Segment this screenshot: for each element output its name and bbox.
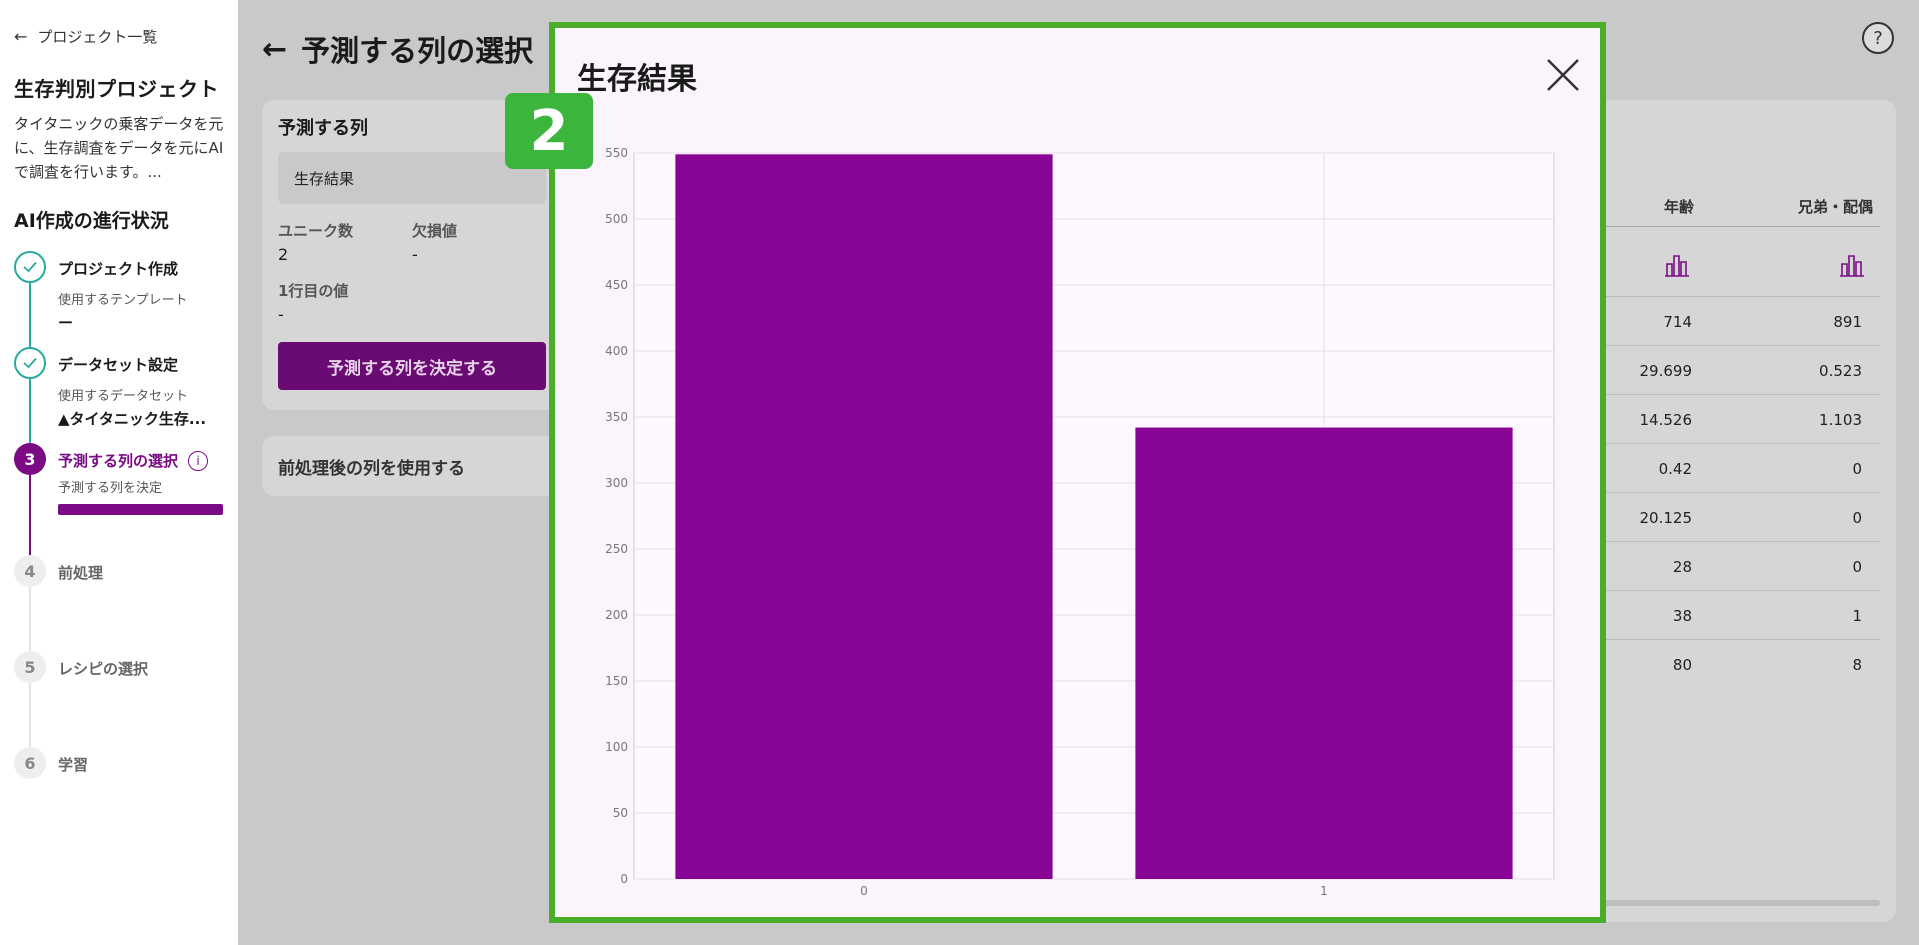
histogram-icon[interactable] [1663, 250, 1691, 284]
x-tick-label: 0 [860, 884, 868, 898]
info-icon[interactable]: i [188, 450, 209, 471]
modal-title: 生存結果 [577, 62, 697, 97]
step-connector [29, 587, 31, 651]
step-connector [29, 475, 31, 555]
step-connector [29, 683, 31, 747]
step-connector [29, 379, 31, 443]
row-divider [1570, 296, 1880, 297]
missing-count-label: 欠損値 [412, 222, 458, 240]
use-preprocessed-toggle[interactable]: 前処理後の列を使用する [262, 436, 562, 496]
y-tick-label: 250 [605, 542, 628, 556]
y-tick-label: 400 [605, 344, 628, 358]
step-target-column[interactable]: 3 予測する列の選択 i 予測する列を決定 [14, 443, 224, 555]
bar-1 [1135, 427, 1513, 879]
bar-chart: 0 50 100 150 200 250 300 350 400 450 500 550 0 1 [605, 146, 1555, 898]
column-header-siblings[interactable]: 兄弟・配偶 [1798, 196, 1873, 217]
step-name: 前処理 [58, 564, 104, 582]
step-number: 3 [14, 443, 46, 475]
table-cell-siblings: 891 [1833, 313, 1862, 331]
step-number: 6 [14, 747, 46, 779]
close-icon[interactable] [1542, 54, 1584, 96]
page-title-text: 予測する列の選択 [301, 34, 534, 68]
data-summary-table: 年齢 兄弟・配偶 714 891 29.699 0.523 14.526 1.103 0.4… [1570, 100, 1896, 922]
y-tick-label: 150 [605, 674, 628, 688]
page-title: ← 予測する列の選択 [262, 28, 533, 70]
row-divider [1570, 394, 1880, 395]
step-value: ー [58, 314, 74, 332]
first-row-value: 1行目の値 - [278, 280, 458, 324]
y-tick-label: 0 [620, 872, 628, 886]
step-sub: 予測する列を決定 [58, 481, 163, 496]
back-to-projects-link[interactable]: ← プロジェクト一覧 [14, 26, 224, 47]
step-badge: 2 [505, 93, 593, 169]
row-divider [1570, 541, 1880, 542]
table-cell-siblings: 1.103 [1819, 411, 1862, 429]
decide-target-button[interactable]: 予測する列を決定する [278, 342, 546, 390]
check-icon [14, 251, 46, 283]
y-tick-label: 500 [605, 212, 628, 226]
sidebar: ← プロジェクト一覧 生存判別プロジェクト タイタニックの乗客データを元に、生存… [0, 0, 238, 945]
y-tick-label: 350 [605, 410, 628, 424]
row-divider [1570, 639, 1880, 640]
help-icon[interactable]: ? [1862, 22, 1894, 54]
y-tick-label: 550 [605, 146, 628, 160]
step-name: データセット設定 [58, 356, 179, 374]
step-preprocess[interactable]: 4 前処理 [14, 555, 224, 651]
table-cell-siblings: 0 [1852, 509, 1862, 527]
header-divider [1570, 226, 1880, 227]
project-title: 生存判別プロジェクト [14, 77, 219, 101]
first-row-value-text: - [278, 305, 284, 324]
y-tick-label: 100 [605, 740, 628, 754]
step-name: レシピの選択 [58, 660, 149, 678]
step-project-create[interactable]: プロジェクト作成 使用するテンプレート ー [14, 251, 224, 347]
arrow-left-icon[interactable]: ← [262, 32, 287, 67]
table-cell-siblings: 0 [1852, 558, 1862, 576]
progress-steps: プロジェクト作成 使用するテンプレート ー データセット設定 使用するデータセッ… [14, 251, 224, 843]
step-name: 学習 [58, 756, 89, 774]
horizontal-scrollbar[interactable] [1570, 900, 1880, 906]
project-description: タイタニックの乗客データを元に、生存調査をデータを元にAIで調査を行います。..… [14, 115, 224, 181]
table-cell-siblings: 8 [1852, 656, 1862, 674]
progress-title: AI作成の進行状況 [14, 210, 169, 232]
step-training[interactable]: 6 学習 [14, 747, 224, 843]
column-stats: ユニーク数 2 欠損値 - [278, 220, 546, 264]
step-progress-bar [58, 504, 223, 515]
y-tick-label: 50 [613, 806, 628, 820]
row-divider [1570, 590, 1880, 591]
table-cell-siblings: 1 [1852, 607, 1862, 625]
row-divider [1570, 492, 1880, 493]
row-divider [1570, 443, 1880, 444]
first-row-label: 1行目の値 [278, 282, 349, 300]
y-tick-label: 450 [605, 278, 628, 292]
step-sub: 使用するテンプレート [58, 293, 188, 308]
back-link-label: プロジェクト一覧 [37, 28, 158, 46]
missing-count: 欠損値 - [412, 220, 546, 264]
step-value: ▲タイタニック生存... [58, 410, 207, 428]
step-dataset[interactable]: データセット設定 使用するデータセット ▲タイタニック生存... [14, 347, 224, 443]
y-tick-label: 200 [605, 608, 628, 622]
unique-count: ユニーク数 2 [278, 220, 412, 264]
unique-count-value: 2 [278, 245, 289, 264]
check-icon [14, 347, 46, 379]
table-cell-siblings: 0.523 [1819, 362, 1862, 380]
y-tick-label: 300 [605, 476, 628, 490]
step-connector [29, 283, 31, 347]
step-name-label: 予測する列の選択 [58, 452, 179, 470]
column-header-age[interactable]: 年齢 [1664, 196, 1694, 217]
histogram-icon[interactable] [1838, 250, 1866, 284]
step-recipe[interactable]: 5 レシピの選択 [14, 651, 224, 747]
step-name: プロジェクト作成 [58, 260, 179, 278]
x-tick-label: 1 [1320, 884, 1328, 898]
step-name: 予測する列の選択 i [58, 443, 224, 471]
step-sub: 使用するデータセット [58, 389, 189, 404]
bar-0 [675, 154, 1053, 879]
step-number: 4 [14, 555, 46, 587]
arrow-left-icon: ← [14, 27, 28, 46]
unique-count-label: ユニーク数 [278, 222, 354, 240]
missing-count-value: - [412, 245, 418, 264]
step-number: 5 [14, 651, 46, 683]
row-divider [1570, 345, 1880, 346]
table-cell-siblings: 0 [1852, 460, 1862, 478]
